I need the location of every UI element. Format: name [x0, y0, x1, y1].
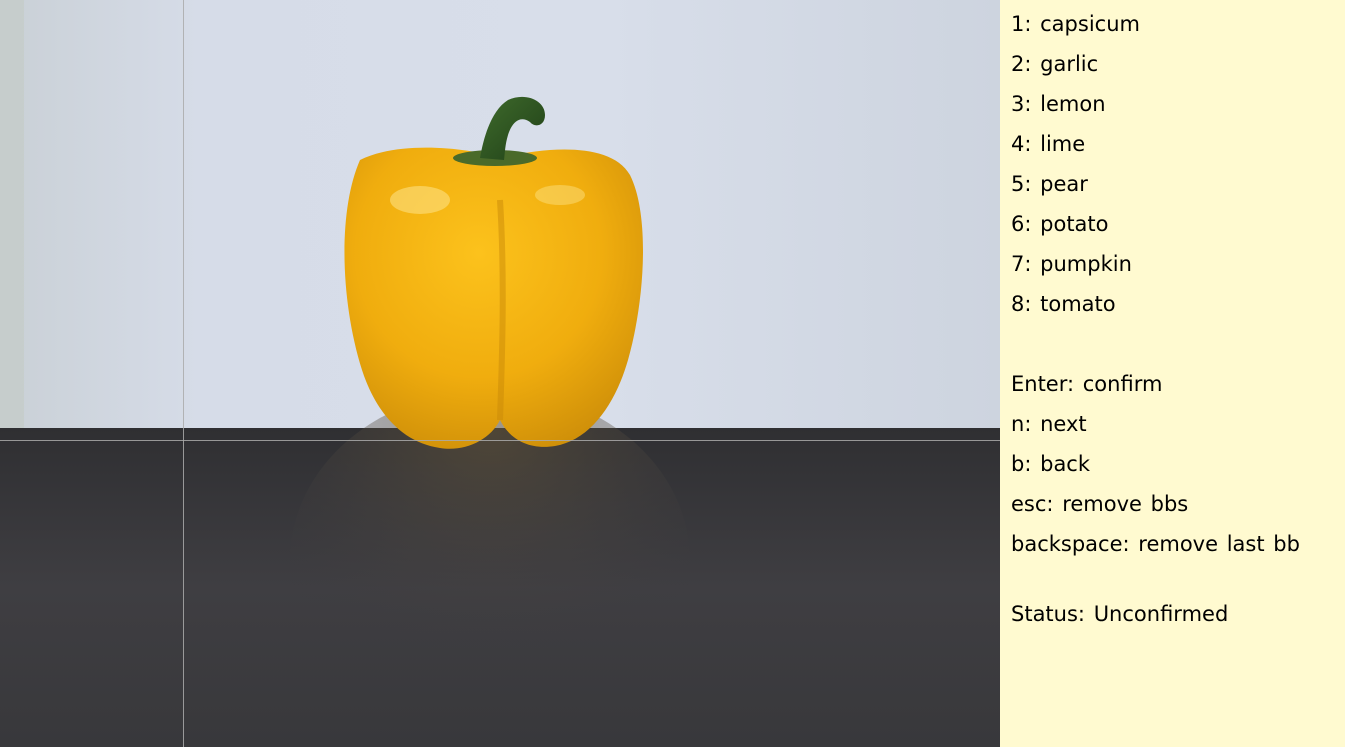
label-item-separator: : [1024, 12, 1041, 36]
label-item: 6: potato [1011, 212, 1109, 236]
shortcut-item: Enter: confirm [1011, 372, 1162, 396]
pepper-reflection [290, 390, 690, 730]
label-item-key: 6 [1011, 212, 1025, 236]
label-item-separator: : [1024, 252, 1041, 276]
shortcut-item-separator: : [1046, 492, 1063, 516]
label-item-text: pumpkin [1040, 252, 1132, 276]
shortcut-item-text: remove last bb [1138, 532, 1300, 556]
status-line-text: Unconfirmed [1093, 602, 1229, 626]
image-canvas[interactable] [0, 0, 1000, 747]
shortcut-item: esc: remove bbs [1011, 492, 1188, 516]
crosshair-vertical-line [183, 0, 184, 747]
label-item-key: 5 [1011, 172, 1025, 196]
label-item-separator: : [1024, 52, 1041, 76]
label-item-key: 7 [1011, 252, 1025, 276]
shortcut-item-key: backspace [1011, 532, 1123, 556]
shortcut-item-text: back [1040, 452, 1091, 476]
status-line-key: Status [1011, 602, 1078, 626]
shortcut-item-separator: : [1067, 372, 1083, 396]
label-item: 5: pear [1011, 172, 1088, 196]
label-item: 8: tomato [1011, 292, 1116, 316]
shortcut-item-text: remove bbs [1062, 492, 1189, 516]
label-item-separator: : [1024, 212, 1041, 236]
crosshair-horizontal-line [0, 440, 1000, 441]
label-item-text: lime [1040, 132, 1086, 156]
shortcut-item-separator: : [1122, 532, 1139, 556]
label-item-key: 4 [1011, 132, 1025, 156]
label-item-key: 8 [1011, 292, 1025, 316]
label-item-text: potato [1040, 212, 1109, 236]
shortcut-item: b: back [1011, 452, 1090, 476]
yellow-pepper [344, 147, 643, 449]
status-line: Status: Unconfirmed [1011, 602, 1228, 626]
shortcut-item-separator: : [1024, 452, 1041, 476]
shortcut-item: n: next [1011, 412, 1087, 436]
shortcut-item-key: Enter [1011, 372, 1067, 396]
label-item-text: garlic [1040, 52, 1099, 76]
label-item-text: lemon [1040, 92, 1106, 116]
label-item: 3: lemon [1011, 92, 1106, 116]
label-item: 7: pumpkin [1011, 252, 1132, 276]
shortcut-item-key: b [1011, 452, 1025, 476]
annotated-image [0, 0, 1000, 747]
shortcut-item-key: esc [1011, 492, 1047, 516]
status-line-separator: : [1077, 602, 1094, 626]
label-item: 2: garlic [1011, 52, 1098, 76]
label-item-text: tomato [1040, 292, 1116, 316]
label-item-separator: : [1024, 172, 1041, 196]
shortcut-item: backspace: remove last bb [1011, 532, 1300, 556]
label-item-separator: : [1024, 92, 1041, 116]
label-item-key: 1 [1011, 12, 1025, 36]
shortcut-item-key: n [1011, 412, 1025, 436]
shortcut-item-separator: : [1024, 412, 1041, 436]
label-item: 1: capsicum [1011, 12, 1140, 36]
label-item-text: capsicum [1040, 12, 1140, 36]
label-item-key: 2 [1011, 52, 1025, 76]
shortcut-item-text: confirm [1082, 372, 1163, 396]
label-item-key: 3 [1011, 92, 1025, 116]
label-item-separator: : [1024, 292, 1041, 316]
label-item: 4: lime [1011, 132, 1085, 156]
info-panel: 1: capsicum 2: garlic 3: lemon 4: lime 5: pe… [1000, 0, 1345, 747]
label-item-separator: : [1024, 132, 1041, 156]
annotation-tool: 1: capsicum 2: garlic 3: lemon 4: lime 5: pe… [0, 0, 1345, 747]
shortcut-item-text: next [1040, 412, 1087, 436]
label-item-text: pear [1040, 172, 1088, 196]
